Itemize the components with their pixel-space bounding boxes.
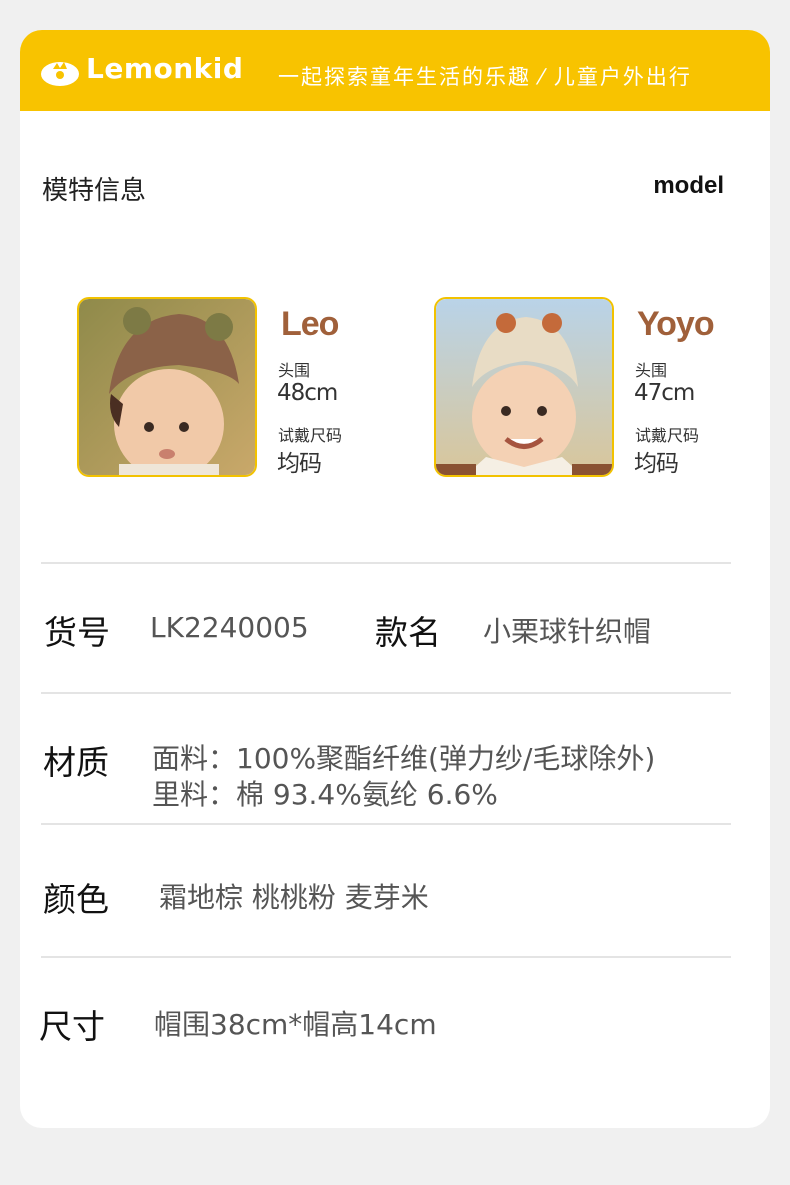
trial-size-label: 试戴尺码 — [278, 426, 343, 445]
trial-size-value: 均码 — [634, 451, 679, 477]
brand-slogan: 一起探索童年生活的乐趣 ⁄ 儿童户外出行 — [278, 65, 692, 89]
color-options: 霜地棕 桃桃粉 麦芽米 — [159, 881, 429, 914]
item-no-label: 货号 — [44, 613, 110, 652]
item-no-value: LK2240005 — [150, 611, 309, 644]
baby-photo-icon — [436, 299, 612, 475]
product-info-card: Lemonkid 一起探索童年生活的乐趣 ⁄ 儿童户外出行 模特信息 model… — [20, 30, 770, 1128]
head-circumference-label: 头围 — [635, 361, 668, 380]
section-title-en: model — [653, 172, 724, 199]
model-name: Leo — [281, 305, 339, 343]
trial-size-value: 均码 — [277, 451, 322, 477]
divider — [41, 562, 731, 564]
material-lining: 里料：棉 93.4%氨纶 6.6% — [152, 778, 498, 811]
model-name: Yoyo — [637, 305, 715, 343]
material-fabric: 面料：100%聚酯纤维(弹力纱/毛球除外) — [152, 742, 656, 775]
lemon-logo-icon — [41, 62, 79, 86]
divider — [41, 692, 731, 694]
divider — [41, 956, 731, 958]
size-value: 帽围38cm*帽高14cm — [154, 1008, 437, 1041]
model-photo-yoyo — [434, 297, 614, 477]
trial-size-label: 试戴尺码 — [635, 426, 700, 445]
section-title: 模特信息 — [42, 176, 147, 206]
head-circumference-value: 48cm — [277, 380, 338, 406]
baby-photo-icon — [79, 299, 255, 475]
material-label: 材质 — [43, 743, 109, 782]
head-circumference-label: 头围 — [278, 361, 311, 380]
brand-banner: Lemonkid 一起探索童年生活的乐趣 ⁄ 儿童户外出行 — [20, 30, 770, 111]
style-name-value: 小栗球针织帽 — [483, 615, 652, 648]
model-photo-leo — [77, 297, 257, 477]
size-label: 尺寸 — [39, 1007, 105, 1046]
color-label: 颜色 — [43, 880, 109, 919]
brand-name: Lemonkid — [86, 52, 244, 85]
head-circumference-value: 47cm — [634, 380, 695, 406]
style-name-label: 款名 — [375, 613, 441, 652]
divider — [41, 823, 731, 825]
